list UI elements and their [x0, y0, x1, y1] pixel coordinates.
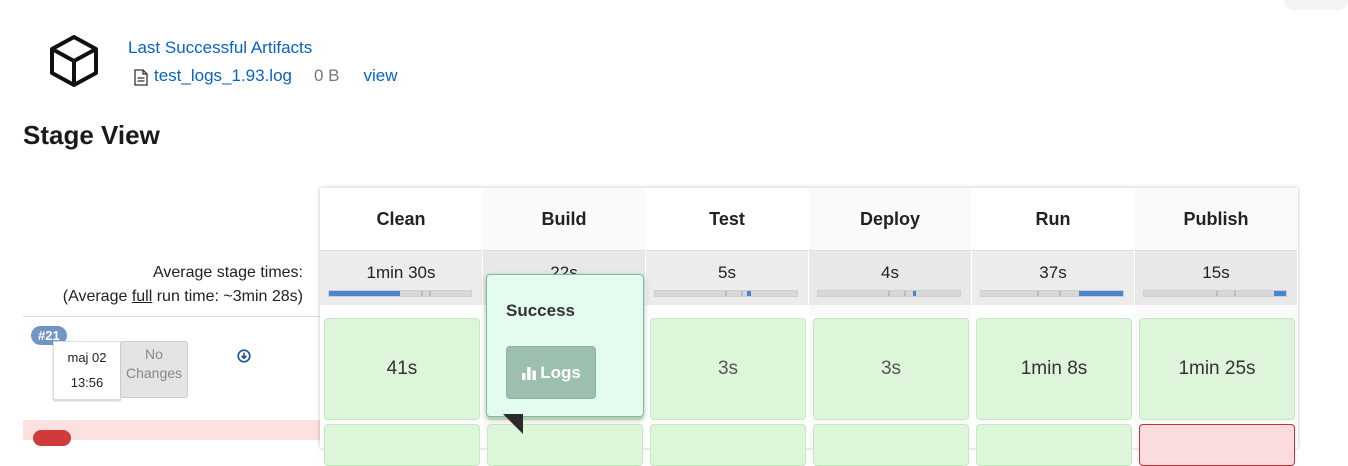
- stage-header-deploy: Deploy: [859, 208, 920, 229]
- avg-time: 4s: [881, 263, 899, 282]
- stage-cell-deploy-next[interactable]: [813, 424, 969, 466]
- stage-avg-run: 37s: [972, 250, 1134, 305]
- stage-avg-test: 5s: [646, 250, 808, 305]
- avg-progress-bar: [328, 290, 472, 297]
- stage-col-test: Test 5s 3s: [646, 188, 808, 466]
- avg-full-suffix: run time: ~3min 28s): [152, 288, 303, 305]
- logs-label: Logs: [540, 362, 581, 382]
- stage-cell-test[interactable]: 3s: [650, 318, 806, 420]
- run-date: maj 02 13:56: [53, 341, 121, 400]
- stage-col-publish: Publish 15s 1min 25s: [1135, 188, 1297, 466]
- avg-progress-bar: [980, 290, 1124, 297]
- average-times-labels: Average stage times: (Average full run t…: [63, 261, 303, 309]
- stage-col-run: Run 37s 1min 8s: [972, 188, 1134, 466]
- avg-time: 1min 30s: [366, 263, 436, 282]
- failed-run-badge[interactable]: [33, 430, 71, 446]
- stage-cell-clean-next[interactable]: [324, 424, 480, 466]
- package-icon: [50, 35, 98, 87]
- artifact-row: test_logs_1.93.log 0 B view: [134, 66, 398, 86]
- stage-avg-clean: 1min 30s: [320, 250, 482, 305]
- run-date-day: maj 02: [67, 350, 107, 365]
- avg-time: 5s: [718, 263, 736, 282]
- stage-header-run: Run: [1035, 208, 1071, 229]
- average-stage-times-label: Average stage times:: [152, 264, 303, 281]
- avg-progress-bar: [817, 290, 961, 297]
- avg-time: 37s: [1039, 263, 1067, 282]
- popover-pointer: [503, 414, 523, 434]
- run-row-next: [23, 420, 320, 446]
- stage-header-publish: Publish: [1183, 208, 1249, 229]
- run-row-21: #21 maj 02 13:56 No Changes: [23, 316, 320, 421]
- stage-col-clean: Clean 1min 30s 41s: [320, 188, 482, 466]
- run-date-time: 13:56: [70, 375, 104, 390]
- last-successful-artifacts-link[interactable]: Last Successful Artifacts: [128, 38, 312, 58]
- avg-full-prefix: (Average: [62, 288, 132, 305]
- avg-time: 15s: [1202, 263, 1230, 282]
- corner-tab: [1284, 0, 1348, 10]
- stage-cell-clean[interactable]: 41s: [324, 318, 480, 420]
- stage-cell-run[interactable]: 1min 8s: [976, 318, 1132, 420]
- stage-table: Clean 1min 30s 41s Build 22s 3s Test 5s …: [320, 188, 1298, 466]
- stage-status-popover: Success Logs: [486, 274, 644, 417]
- stage-cell-deploy[interactable]: 3s: [813, 318, 969, 420]
- logs-button[interactable]: Logs: [506, 346, 596, 399]
- bar-chart-icon: [522, 366, 537, 380]
- stage-cell-run-next[interactable]: [976, 424, 1132, 466]
- artifact-file-size: 0 B: [314, 66, 340, 85]
- avg-progress-bar: [654, 290, 798, 297]
- stage-col-deploy: Deploy 4s 3s: [809, 188, 971, 466]
- stage-cell-publish-next[interactable]: [1139, 424, 1295, 466]
- stage-header-build: Build: [541, 208, 587, 229]
- popover-status: Success: [506, 301, 575, 320]
- full-run-link[interactable]: full: [132, 288, 152, 305]
- stage-cell-publish[interactable]: 1min 25s: [1139, 318, 1295, 420]
- file-icon: [134, 68, 148, 86]
- stage-header-test: Test: [709, 208, 745, 229]
- stage-avg-deploy: 4s: [809, 250, 971, 305]
- download-icon[interactable]: [237, 349, 251, 363]
- artifact-view-link[interactable]: view: [364, 66, 398, 86]
- stage-header-clean: Clean: [376, 208, 426, 229]
- stage-cell-test-next[interactable]: [650, 424, 806, 466]
- stage-view-title: Stage View: [23, 120, 160, 150]
- artifact-file-link[interactable]: test_logs_1.93.log: [154, 66, 292, 86]
- avg-progress-bar: [1143, 290, 1287, 297]
- no-changes-button[interactable]: No Changes: [120, 341, 188, 398]
- stage-avg-publish: 15s: [1135, 250, 1297, 305]
- average-full-run-time: (Average full run time: ~3min 28s): [63, 285, 303, 309]
